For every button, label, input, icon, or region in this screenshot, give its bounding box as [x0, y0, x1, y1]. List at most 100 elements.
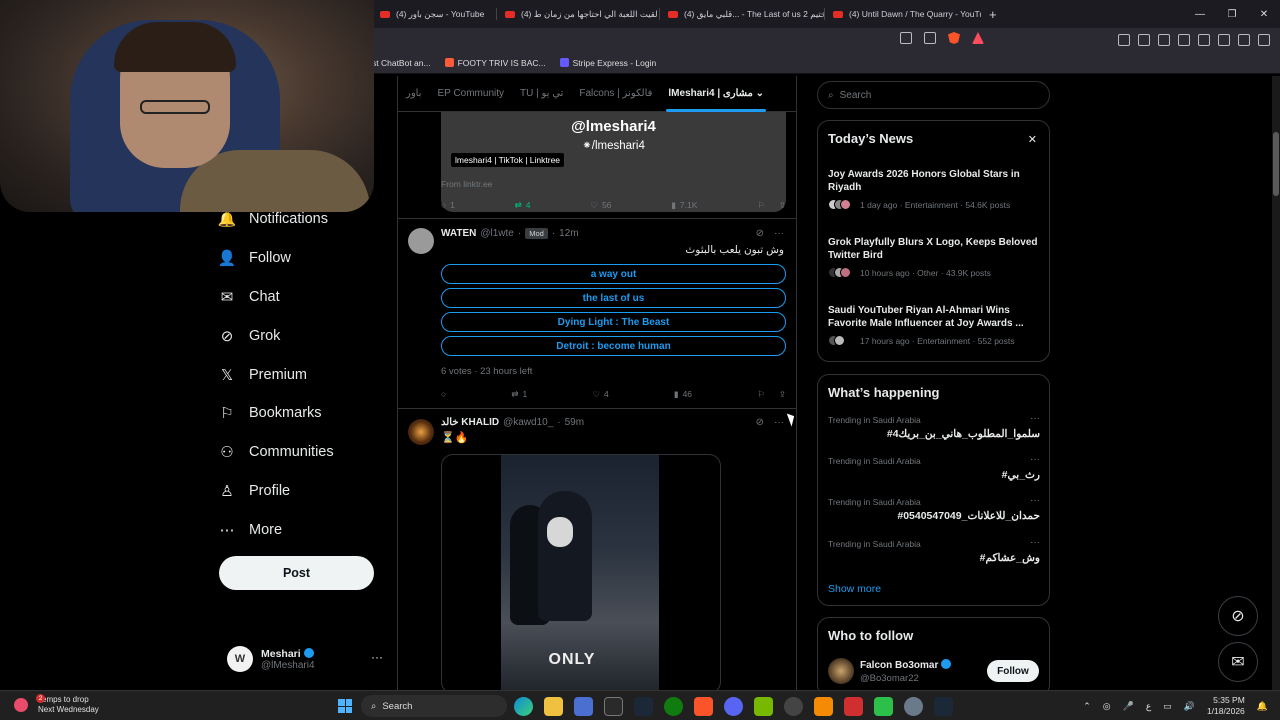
tweet-time[interactable]: 59m — [565, 417, 584, 428]
reply-button[interactable]: ○ 1 — [441, 200, 455, 210]
messages-fab-button[interactable]: ✉ — [1218, 642, 1258, 682]
tweet-time[interactable]: 12m — [559, 228, 578, 239]
avatar[interactable] — [408, 419, 434, 445]
tab-lmeshari4[interactable]: lMeshari4 | مشارى ⌄ — [660, 76, 772, 112]
app-tray-icon[interactable]: ◎ — [1103, 701, 1111, 712]
leo-icon[interactable] — [1218, 34, 1230, 46]
more-icon[interactable]: ··· — [1030, 495, 1040, 506]
more-icon[interactable]: ··· — [774, 417, 784, 428]
epic-games-icon[interactable] — [604, 697, 623, 716]
close-window-button[interactable]: ✕ — [1248, 0, 1280, 28]
more-icon[interactable]: ··· — [371, 650, 383, 664]
repost-button[interactable]: ⇄ 1 — [511, 389, 527, 400]
trend-item[interactable]: Trending in Saudi Arabia #رث_بي ··· — [828, 454, 1040, 481]
author-handle[interactable]: @l1wte — [480, 228, 514, 239]
browser-tab[interactable]: (4) قلبي مايق... - The Last of us 2 تختي… — [660, 0, 824, 28]
browser-tab[interactable]: (4) Until Dawn / The Quarry - YouTub — [825, 0, 981, 28]
search-input[interactable]: ⌕ Search — [817, 81, 1050, 109]
language-indicator[interactable]: ع — [1146, 701, 1151, 712]
nav-profile[interactable]: ♙ Profile — [219, 472, 379, 511]
edge-icon[interactable] — [514, 697, 533, 716]
bookmark-item[interactable]: FOOTY TRIV IS BAC... — [444, 58, 546, 68]
extensions-icon[interactable] — [1118, 34, 1130, 46]
grok-app-icon[interactable] — [784, 697, 803, 716]
file-explorer-icon[interactable] — [544, 697, 563, 716]
screenshot-icon[interactable] — [900, 32, 912, 44]
app-icon[interactable] — [814, 697, 833, 716]
follow-button[interactable]: Follow — [987, 660, 1039, 682]
vpn-icon[interactable] — [1238, 34, 1250, 46]
repost-button[interactable]: ⇄ 4 — [515, 200, 531, 211]
tab-bawr[interactable]: باور — [398, 88, 430, 99]
suggested-name[interactable]: Falcon Bo3omar — [860, 660, 938, 671]
settings-icon[interactable] — [904, 697, 923, 716]
bookmark-button[interactable]: ⚐ ⇪ — [757, 200, 786, 211]
trend-item[interactable]: Trending in Saudi Arabia #وش_عشاكم ··· — [828, 537, 1040, 564]
notifications-icon[interactable]: 🔔 — [1257, 701, 1268, 712]
browser-tab[interactable]: (4) لقيت اللعبة الي احتاجها من زمان ط — [497, 0, 659, 28]
app-icon[interactable] — [844, 697, 863, 716]
grok-icon[interactable]: ⊘ — [756, 417, 764, 428]
nav-grok[interactable]: ⊘ Grok — [219, 316, 379, 355]
nav-chat[interactable]: ✉ Chat — [219, 278, 379, 317]
minimize-button[interactable]: — — [1184, 0, 1216, 28]
close-icon[interactable]: ✕ — [1028, 133, 1037, 146]
tab-tu[interactable]: TU | تي يو — [512, 88, 571, 99]
trend-item[interactable]: Trending in Saudi Arabia #سلموا_المطلوب_… — [828, 413, 1040, 440]
trend-item[interactable]: Trending in Saudi Arabia #حمدان_للاعلانا… — [828, 495, 1040, 522]
like-button[interactable]: ♡ 4 — [592, 389, 608, 400]
nvidia-icon[interactable] — [754, 697, 773, 716]
bookmark-button[interactable]: ⚐ ⇪ — [757, 389, 786, 400]
weather-widget[interactable]: 2 Temps to drop Next Wednesday — [14, 694, 99, 715]
share-icon[interactable]: ⇪ — [779, 200, 786, 211]
more-icon[interactable]: ··· — [774, 228, 784, 239]
page-scrollbar[interactable] — [1272, 76, 1280, 690]
poll-option[interactable]: the last of us — [441, 288, 786, 308]
news-item[interactable]: Joy Awards 2026 Honors Global Stars in R… — [828, 168, 1040, 210]
store-icon[interactable] — [574, 697, 593, 716]
post-button[interactable]: Post — [219, 556, 374, 590]
tab-ep-community[interactable]: EP Community — [430, 88, 513, 99]
sidebar-icon[interactable] — [1178, 34, 1190, 46]
nav-communities[interactable]: ⚇ Communities — [219, 433, 379, 472]
author-name[interactable]: خالد KHALID — [441, 417, 499, 428]
volume-icon[interactable]: 🔊 — [1184, 701, 1195, 712]
nav-bookmarks[interactable]: ⚐ Bookmarks — [219, 394, 379, 433]
nav-follow[interactable]: 👤 Follow — [218, 239, 379, 278]
taskbar-search[interactable]: ⌕ Search — [361, 695, 507, 717]
wallet-icon[interactable] — [1198, 34, 1210, 46]
start-button[interactable] — [338, 699, 352, 713]
bookmark-item[interactable]: st ChatBot an... — [372, 58, 431, 68]
steam-icon[interactable] — [934, 697, 953, 716]
xbox-icon[interactable] — [664, 697, 683, 716]
poll-option[interactable]: a way out — [441, 264, 786, 284]
views-button[interactable]: ▮ 46 — [674, 389, 692, 400]
poll-option[interactable]: Dying Light : The Beast — [441, 312, 786, 332]
author-name[interactable]: WATEN — [441, 228, 476, 239]
more-icon[interactable]: ··· — [1030, 413, 1040, 424]
brave-rewards-icon[interactable] — [972, 32, 984, 44]
more-icon[interactable]: ··· — [1030, 537, 1040, 548]
grok-icon[interactable]: ⊘ — [756, 228, 764, 239]
chevron-up-icon[interactable]: ⌃ — [1083, 701, 1091, 712]
tweet-media[interactable]: ONLY — [441, 454, 721, 690]
share-icon[interactable] — [924, 32, 936, 44]
maximize-button[interactable]: ❐ — [1216, 0, 1248, 28]
avatar[interactable] — [408, 228, 434, 254]
news-item[interactable]: Grok Playfully Blurs X Logo, Keeps Belov… — [828, 236, 1040, 278]
link-card[interactable]: @lmeshari4 ⁕/lmeshari4 lmeshari4 | TikTo… — [441, 112, 786, 212]
discord-icon[interactable] — [724, 697, 743, 716]
avatar[interactable] — [828, 658, 854, 684]
steam-icon[interactable] — [634, 697, 653, 716]
more-icon[interactable]: ··· — [1030, 454, 1040, 465]
screenshot-tool-icon[interactable] — [1138, 34, 1150, 46]
browser-tab[interactable]: (4) سجن باور - YouTube — [372, 0, 496, 28]
poll-option[interactable]: Detroit : become human — [441, 336, 786, 356]
network-icon[interactable]: ▭ — [1163, 701, 1172, 712]
clock[interactable]: 5:35 PM 1/18/2026 — [1207, 695, 1245, 717]
bookmark-item[interactable]: Stripe Express - Login — [559, 58, 656, 68]
menu-icon[interactable] — [1258, 34, 1270, 46]
nav-more[interactable]: ⋯ More — [219, 510, 379, 549]
views-button[interactable]: ▮ 7.1K — [671, 200, 697, 211]
grok-fab-button[interactable]: ⊘ — [1218, 596, 1258, 636]
